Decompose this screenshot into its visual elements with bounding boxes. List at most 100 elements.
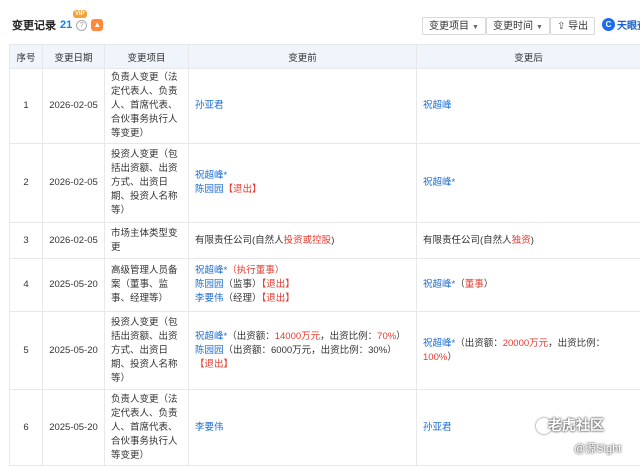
highlight-text: 100%: [423, 352, 447, 363]
person-link[interactable]: 祝超峰*: [195, 331, 227, 342]
plain-text: 有限责任公司(自然人: [195, 235, 284, 246]
cell-date: 2025-05-20: [43, 259, 105, 312]
filter-change-item-label: 变更项目: [429, 21, 469, 32]
cell-no: 6: [10, 390, 43, 466]
filter-change-item-button[interactable]: 变更项目▼: [422, 17, 486, 35]
cell-no: 3: [10, 223, 43, 259]
change-record-table: 序号 变更日期 变更项目 变更前 变更后 12026-02-05负责人变更（法定…: [9, 44, 640, 466]
watermark-subtext: @源Sight: [574, 440, 621, 456]
cell-after: 祝超峰*（董事）: [417, 259, 640, 312]
table-row: 22026-02-05投资人变更（包括出资额、出资方式、出资日期、投资人名称等）…: [10, 144, 640, 223]
person-link[interactable]: 李要伟: [195, 293, 224, 304]
header-no: 序号: [10, 45, 43, 69]
person-link[interactable]: 陈园园: [195, 279, 224, 290]
cell-line: 祝超峰: [423, 99, 634, 113]
plain-text: ，出资比例：: [320, 331, 377, 342]
plain-text: ）: [484, 279, 494, 290]
cell-line: 李要伟: [195, 421, 410, 435]
highlight-text: 70%: [377, 331, 396, 342]
person-link[interactable]: 祝超峰*: [195, 170, 227, 181]
person-link[interactable]: 祝超峰*: [195, 265, 227, 276]
person-link[interactable]: 孙亚君: [423, 422, 452, 433]
plain-text: ）: [447, 352, 457, 363]
cell-before: 祝超峰* 陈园园【退出】: [189, 144, 417, 223]
cell-line: 李要伟（经理）【退出】: [195, 292, 410, 306]
cell-line: 祝超峰*（执行董事）: [195, 264, 410, 278]
bell-icon[interactable]: ▲: [91, 19, 103, 31]
cell-line: 有限责任公司(自然人投资或控股): [195, 234, 410, 248]
cell-no: 2: [10, 144, 43, 223]
cell-line: 孙亚君: [195, 99, 410, 113]
cell-date: 2026-02-05: [43, 223, 105, 259]
plain-text: （出资额：: [455, 338, 503, 349]
plain-text: ）: [396, 331, 406, 342]
cell-item: 投资人变更（包括出资额、出资方式、出资日期、投资人名称等）: [105, 312, 189, 390]
highlight-text: 【退出】: [195, 359, 233, 370]
watermark-text: 老虎社区: [548, 415, 604, 435]
table-header-row: 序号 变更日期 变更项目 变更前 变更后: [10, 45, 640, 69]
person-link[interactable]: 李要伟: [195, 422, 224, 433]
cell-line: 祝超峰*（董事）: [423, 278, 634, 292]
highlight-text: 14000万元: [275, 331, 320, 342]
cell-no: 5: [10, 312, 43, 390]
person-link[interactable]: 祝超峰*: [423, 279, 455, 290]
highlight-text: 投资或控股: [284, 235, 332, 246]
plain-text: （经理）: [224, 293, 262, 304]
cell-before: 祝超峰*（出资额：14000万元，出资比例：70%）陈园园（出资额：6000万元…: [189, 312, 417, 390]
header-date: 变更日期: [43, 45, 105, 69]
table-row: 42025-05-20高级管理人员备案（董事、监事、经理等）祝超峰*（执行董事）…: [10, 259, 640, 312]
plain-text: （: [455, 279, 465, 290]
cell-before: 祝超峰*（执行董事）陈园园（监事）【退出】李要伟（经理）【退出】: [189, 259, 417, 312]
cell-line: 祝超峰*: [423, 176, 634, 190]
header-before: 变更前: [189, 45, 417, 69]
person-link[interactable]: 祝超峰*: [423, 338, 455, 349]
plain-text: 有限责任公司(自然人: [423, 235, 512, 246]
filter-change-time-button[interactable]: 变更时间▼: [486, 17, 550, 35]
plain-text: ，出资比例：: [548, 338, 605, 349]
highlight-text: （执行董事）: [227, 265, 284, 276]
record-count: 21VIP: [60, 19, 72, 31]
cell-line: 陈园园（监事）【退出】: [195, 278, 410, 292]
cell-after: 祝超峰: [417, 69, 640, 144]
export-button[interactable]: ⇪ 导出: [550, 17, 595, 35]
cell-item: 投资人变更（包括出资额、出资方式、出资日期、投资人名称等）: [105, 144, 189, 223]
plain-text: （出资额：6000万元，出资比例：30%）: [224, 345, 397, 356]
cell-before: 有限责任公司(自然人投资或控股): [189, 223, 417, 259]
cell-line: 祝超峰*: [195, 169, 410, 183]
cell-after: 祝超峰*（出资额：20000万元，出资比例： 100%）: [417, 312, 640, 390]
highlight-text: 董事: [465, 279, 484, 290]
person-link[interactable]: 祝超峰: [423, 100, 452, 111]
table-row: 52025-05-20投资人变更（包括出资额、出资方式、出资日期、投资人名称等）…: [10, 312, 640, 390]
person-link[interactable]: 祝超峰*: [423, 177, 455, 188]
cell-item: 高级管理人员备案（董事、监事、经理等）: [105, 259, 189, 312]
cell-line: 祝超峰*（出资额：20000万元，出资比例： 100%）: [423, 337, 634, 365]
highlight-text: 【退出】: [262, 293, 295, 304]
highlight-text: 【退出】: [262, 279, 295, 290]
plain-text: （监事）: [224, 279, 262, 290]
cell-item: 负责人变更（法定代表人、负责人、首席代表、合伙事务执行人等变更）: [105, 390, 189, 466]
header-after: 变更后: [417, 45, 640, 69]
page-header: 变更记录 21VIP ? ▲ 变更项目▼ 变更时间▼ ⇪ 导出 C天眼查: [0, 0, 640, 44]
help-icon[interactable]: ?: [76, 20, 87, 31]
cell-no: 4: [10, 259, 43, 312]
cell-line: 祝超峰*（出资额：14000万元，出资比例：70%）: [195, 330, 410, 344]
vip-badge: VIP: [73, 10, 87, 18]
person-link[interactable]: 陈园园: [195, 184, 224, 195]
chevron-down-icon: ▼: [472, 24, 479, 31]
cell-item: 市场主体类型变更: [105, 223, 189, 259]
cell-date: 2025-05-20: [43, 390, 105, 466]
chevron-down-icon: ▼: [536, 24, 543, 31]
person-link[interactable]: 孙亚君: [195, 100, 224, 111]
table-row: 12026-02-05负责人变更（法定代表人、负责人、首席代表、合伙事务执行人等…: [10, 69, 640, 144]
plain-text: ): [331, 235, 334, 246]
highlight-text: 独资: [512, 235, 531, 246]
cell-no: 1: [10, 69, 43, 144]
highlight-text: 【退出】: [224, 184, 262, 195]
cell-line: 陈园园（出资额：6000万元，出资比例：30%） 【退出】: [195, 344, 410, 372]
filter-change-time-label: 变更时间: [493, 21, 533, 32]
tianyancha-logo[interactable]: C天眼查: [602, 17, 640, 32]
highlight-text: 20000万元: [503, 338, 548, 349]
person-link[interactable]: 陈园园: [195, 345, 224, 356]
section-title: 变更记录: [12, 17, 56, 33]
record-count-value: 21: [60, 19, 72, 31]
